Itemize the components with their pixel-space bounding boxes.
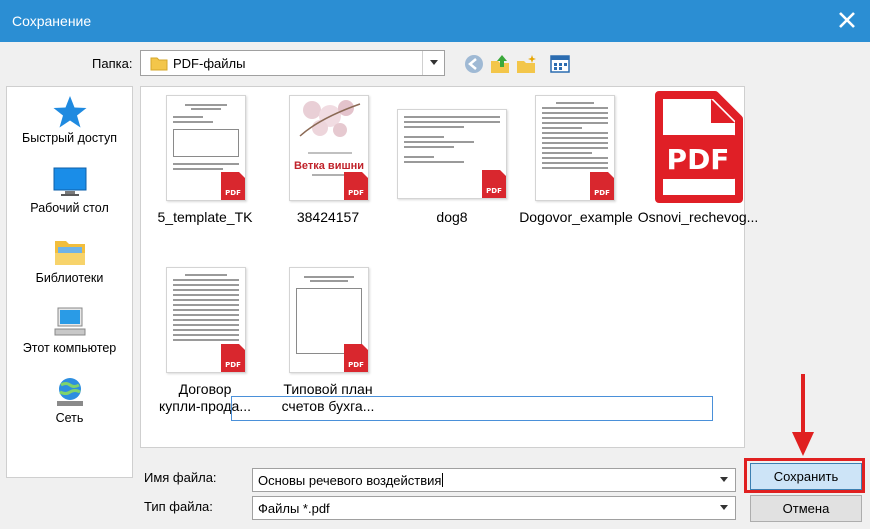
file-item[interactable]: PDF Dogovor_example bbox=[513, 87, 635, 227]
file-thumbnail: PDF bbox=[397, 109, 507, 199]
thumb-title: Ветка вишни bbox=[293, 160, 365, 172]
window-title: Сохранение bbox=[12, 13, 92, 29]
folder-select[interactable]: PDF-файлы bbox=[140, 50, 445, 76]
pdf-badge-text: PDF bbox=[225, 361, 241, 369]
pdf-badge-text: PDF bbox=[486, 187, 502, 195]
chevron-down-icon[interactable] bbox=[422, 51, 444, 75]
save-highlight-annotation bbox=[744, 458, 865, 493]
file-thumbnail: PDF bbox=[166, 267, 246, 373]
quick-access-star-icon bbox=[52, 95, 88, 129]
pdf-badge-icon: PDF bbox=[342, 172, 368, 200]
filename-label: Имя файла: bbox=[144, 470, 217, 485]
title-bar: Сохранение bbox=[0, 0, 870, 42]
file-name-line1: Типовой план bbox=[283, 381, 373, 397]
file-item[interactable]: PDF Типовой план счетов бухга... bbox=[267, 259, 389, 414]
up-folder-icon[interactable] bbox=[489, 53, 511, 75]
place-desktop[interactable]: Рабочий стол bbox=[7, 165, 132, 229]
filename-input[interactable]: Основы речевого воздействия bbox=[252, 468, 736, 492]
network-icon bbox=[52, 375, 88, 409]
desktop-icon bbox=[52, 165, 88, 199]
filetype-label: Тип файла: bbox=[144, 499, 213, 514]
places-sidebar: Быстрый доступ Рабочий стол Библиотеки Э… bbox=[6, 86, 133, 478]
pdf-badge-text: PDF bbox=[348, 189, 364, 197]
file-item[interactable]: PDF 5_template_TK bbox=[144, 87, 266, 227]
place-network[interactable]: Сеть bbox=[7, 375, 132, 439]
filename-value: Основы речевого воздействия bbox=[258, 473, 442, 488]
big-pdf-icon: PDF bbox=[653, 91, 743, 203]
file-name: 5_template_TK bbox=[157, 209, 253, 225]
folder-current: PDF-файлы bbox=[173, 56, 246, 71]
folder-label: Папка: bbox=[92, 56, 132, 71]
file-thumbnail: PDF bbox=[289, 267, 369, 373]
place-this-pc[interactable]: Этот компьютер bbox=[7, 305, 132, 369]
text-caret bbox=[442, 473, 444, 487]
place-label: Библиотеки bbox=[35, 271, 104, 285]
chevron-down-icon[interactable] bbox=[715, 497, 735, 519]
view-menu-icon[interactable] bbox=[549, 53, 571, 75]
pdf-badge-icon: PDF bbox=[219, 172, 245, 200]
file-thumbnail: PDF bbox=[166, 95, 246, 201]
file-list: PDF 5_template_TK Ветка вишни PDF 384241… bbox=[140, 86, 758, 448]
file-name: Osnovi_rechevog... bbox=[637, 209, 759, 225]
pdf-badge-icon: PDF bbox=[219, 344, 245, 372]
pdf-badge-icon: PDF bbox=[480, 170, 506, 198]
filetype-value: Файлы *.pdf bbox=[258, 501, 330, 516]
file-thumbnail: PDF bbox=[535, 95, 615, 201]
file-item[interactable]: Ветка вишни PDF 38424157 bbox=[267, 87, 389, 227]
folder-label-text: Папка: bbox=[92, 56, 133, 71]
file-thumbnail: Ветка вишни PDF bbox=[289, 95, 369, 201]
file-item[interactable]: PDF Договор купли-прода... bbox=[144, 259, 266, 414]
place-label: Рабочий стол bbox=[30, 201, 109, 215]
filetype-select[interactable]: Файлы *.pdf bbox=[252, 496, 736, 520]
pdf-badge-text: PDF bbox=[348, 361, 364, 369]
file-item[interactable]: PDF Osnovi_rechevog... bbox=[635, 87, 758, 227]
folder-icon bbox=[150, 55, 168, 71]
place-label: Быстрый доступ bbox=[22, 131, 117, 145]
file-name: 38424157 bbox=[296, 209, 360, 225]
place-label: Этот компьютер bbox=[22, 341, 117, 355]
pdf-badge-icon: PDF bbox=[588, 172, 614, 200]
file-item[interactable]: PDF dog8 bbox=[391, 87, 513, 227]
file-name: dog8 bbox=[436, 209, 468, 225]
place-libraries[interactable]: Библиотеки bbox=[7, 235, 132, 299]
red-arrow-annotation bbox=[790, 374, 816, 456]
big-pdf-text: PDF bbox=[667, 143, 730, 176]
close-icon[interactable] bbox=[836, 9, 858, 31]
file-name-line1: Договор bbox=[178, 381, 232, 397]
new-folder-icon[interactable] bbox=[515, 53, 537, 75]
rename-edit-box[interactable] bbox=[231, 396, 713, 421]
pdf-badge-icon: PDF bbox=[342, 344, 368, 372]
computer-icon bbox=[52, 305, 88, 339]
pdf-badge-text: PDF bbox=[225, 189, 241, 197]
place-quick-access[interactable]: Быстрый доступ bbox=[7, 95, 132, 159]
libraries-icon bbox=[52, 235, 88, 269]
chevron-down-icon[interactable] bbox=[715, 469, 735, 491]
place-label: Сеть bbox=[55, 411, 84, 425]
back-icon[interactable] bbox=[463, 53, 485, 75]
pdf-badge-text: PDF bbox=[594, 189, 610, 197]
cancel-button[interactable]: Отмена bbox=[750, 495, 862, 522]
